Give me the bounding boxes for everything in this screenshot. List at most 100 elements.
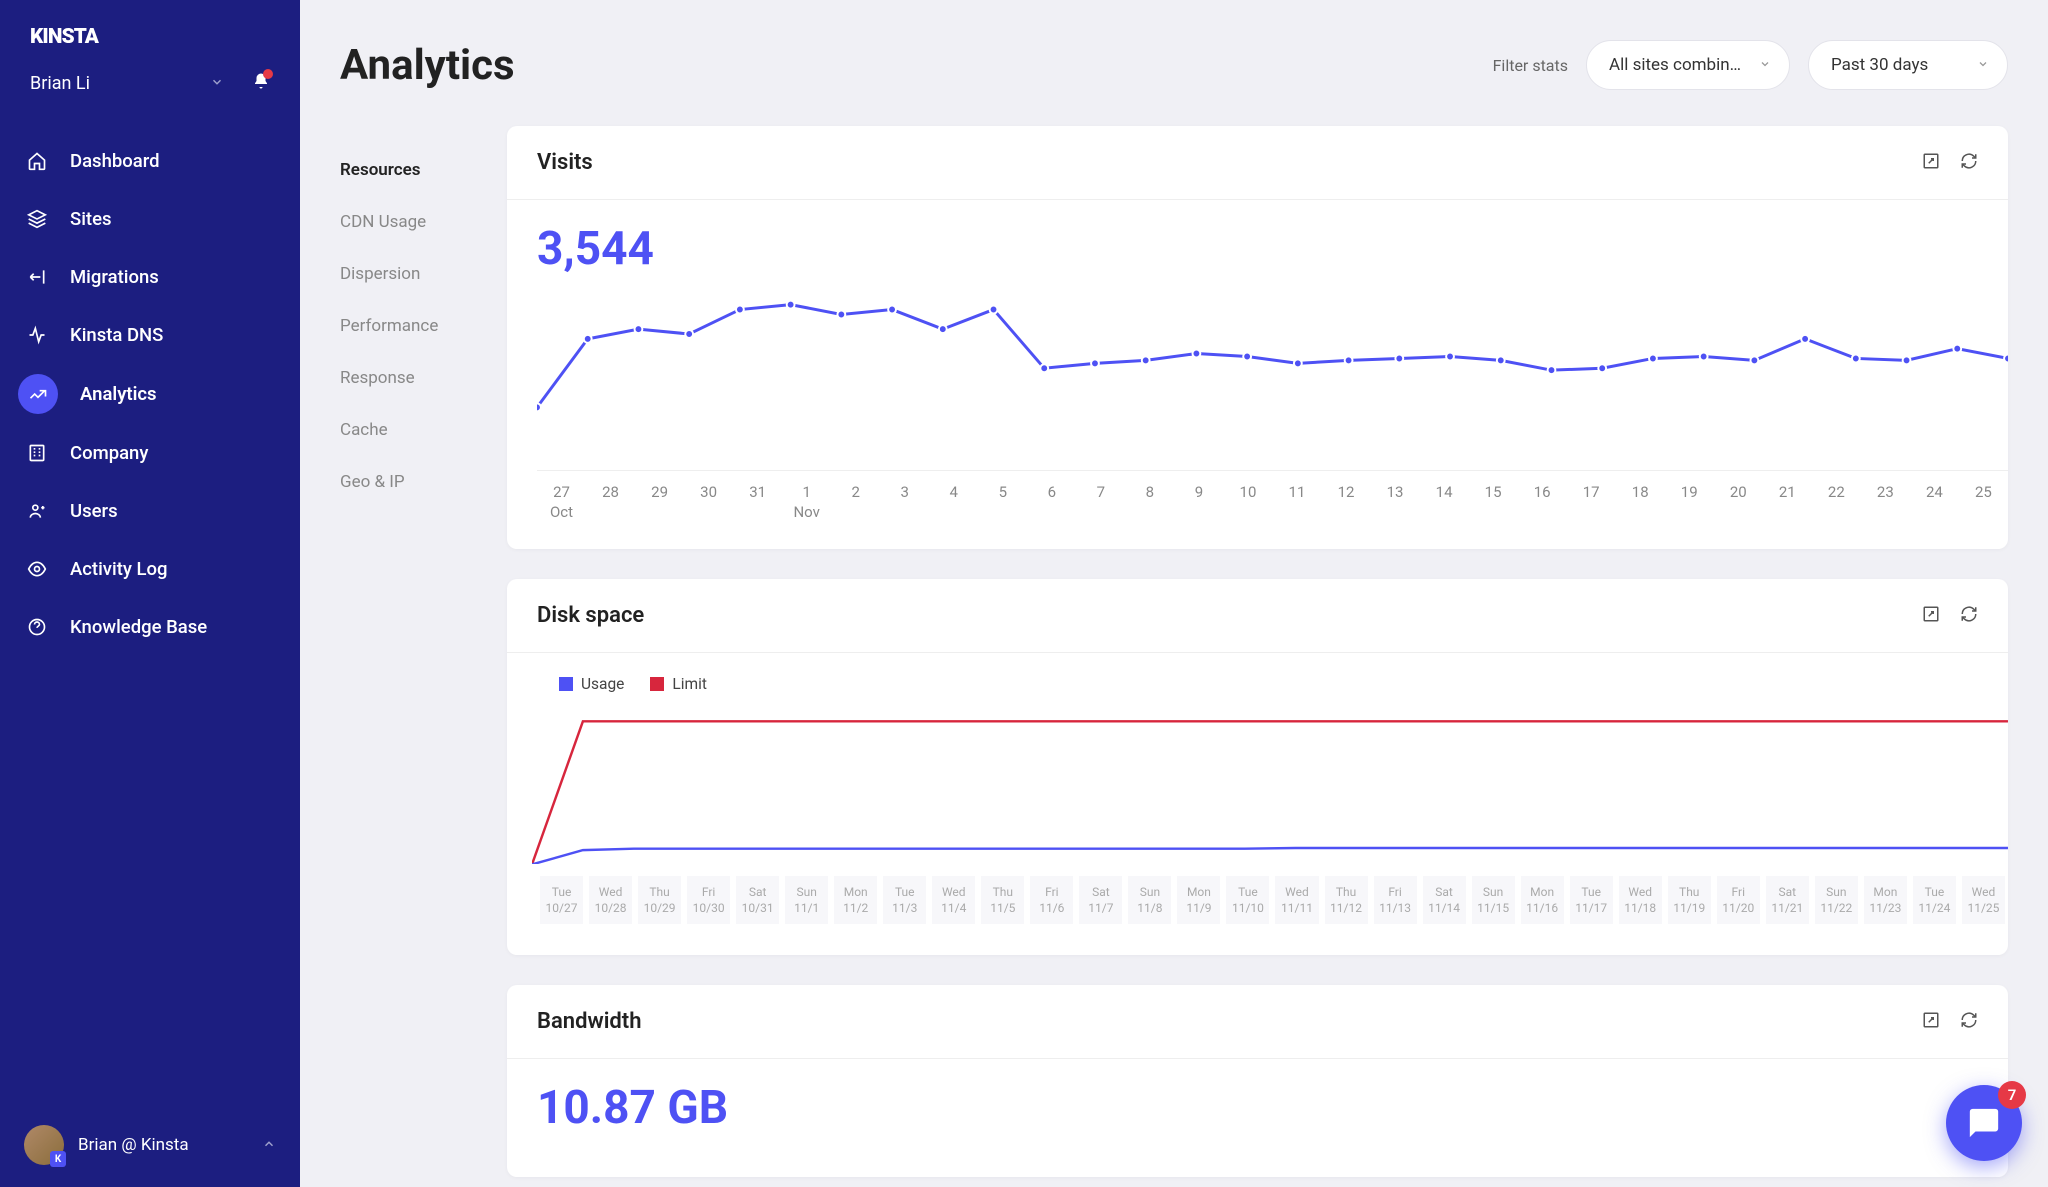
nav-label: Company	[70, 442, 148, 464]
axis-tick: 20	[1714, 471, 1763, 521]
refresh-icon[interactable]	[1960, 1011, 1978, 1033]
notifications-icon[interactable]	[252, 72, 270, 94]
primary-nav: Dashboard Sites Migrations Kinsta DNS Analyt…	[0, 122, 300, 1103]
axis-tick: Sun11/8	[1125, 873, 1174, 927]
knowledge-icon	[26, 616, 48, 638]
range-select[interactable]: Past 30 days	[1808, 40, 2008, 90]
axis-tick: 27Oct	[537, 471, 586, 521]
nav-knowledge[interactable]: Knowledge Base	[0, 598, 300, 656]
chevron-down-icon	[210, 74, 224, 93]
svg-text:KINSTA: KINSTA	[30, 25, 100, 49]
refresh-icon[interactable]	[1960, 605, 1978, 627]
axis-tick: 8	[1125, 471, 1174, 521]
axis-tick: 4	[929, 471, 978, 521]
axis-tick: Fri11/20	[1714, 873, 1763, 927]
subnav-response[interactable]: Response	[340, 352, 475, 404]
axis-tick: 7	[1076, 471, 1125, 521]
nav-label: Migrations	[70, 266, 159, 288]
expand-icon[interactable]	[1922, 152, 1940, 174]
axis-tick: 3	[880, 471, 929, 521]
team-switcher[interactable]: K Brian @ Kinsta	[0, 1103, 300, 1187]
axis-tick: Tue11/10	[1223, 873, 1272, 927]
visits-total: 3,544	[537, 222, 2008, 290]
axis-tick: Thu11/19	[1665, 873, 1714, 927]
nav-dashboard[interactable]: Dashboard	[0, 132, 300, 190]
subnav-geo-ip[interactable]: Geo & IP	[340, 456, 475, 508]
axis-tick: Tue11/3	[880, 873, 929, 927]
disk-title: Disk space	[537, 603, 644, 628]
axis-tick: Mon11/2	[831, 873, 880, 927]
axis-tick: 6	[1027, 471, 1076, 521]
axis-tick: 24	[1910, 471, 1959, 521]
axis-tick: 28	[586, 471, 635, 521]
axis-tick: Mon11/23	[1861, 873, 1910, 927]
axis-tick: Tue10/27	[537, 873, 586, 927]
notification-dot	[263, 69, 273, 79]
disk-legend: Usage Limit	[537, 675, 2008, 707]
visits-card: Visits 3,544 27Oct282930311Nov2345678910…	[507, 126, 2008, 549]
axis-tick: 5	[978, 471, 1027, 521]
page-title: Analytics	[340, 41, 515, 90]
team-label: Brian @ Kinsta	[78, 1135, 248, 1155]
analytics-subnav: ResourcesCDN UsageDispersionPerformanceR…	[340, 126, 475, 1177]
bandwidth-title: Bandwidth	[537, 1009, 641, 1034]
nav-label: Dashboard	[70, 150, 160, 172]
kinsta-dns-icon	[26, 324, 48, 346]
subnav-performance[interactable]: Performance	[340, 300, 475, 352]
user-switcher[interactable]: Brian Li	[0, 72, 300, 122]
nav-sites[interactable]: Sites	[0, 190, 300, 248]
chevron-down-icon	[1759, 55, 1771, 75]
axis-tick: Sat11/21	[1763, 873, 1812, 927]
axis-tick: 29	[635, 471, 684, 521]
main-content: Analytics Filter stats All sites combin……	[300, 0, 2048, 1187]
axis-tick: Wed10/28	[586, 873, 635, 927]
axis-tick: Mon11/16	[1518, 873, 1567, 927]
axis-tick: 11	[1272, 471, 1321, 521]
subnav-cdn-usage[interactable]: CDN Usage	[340, 196, 475, 248]
nav-label: Kinsta DNS	[70, 324, 163, 346]
expand-icon[interactable]	[1922, 1011, 1940, 1033]
axis-tick: Fri11/13	[1371, 873, 1420, 927]
axis-tick: Sun11/15	[1469, 873, 1518, 927]
axis-tick: Sat11/14	[1420, 873, 1469, 927]
subnav-dispersion[interactable]: Dispersion	[340, 248, 475, 300]
nav-label: Analytics	[80, 383, 157, 405]
migrations-icon	[26, 266, 48, 288]
axis-tick: Sun11/1	[782, 873, 831, 927]
axis-tick: 2	[831, 471, 880, 521]
nav-company[interactable]: Company	[0, 424, 300, 482]
filters: Filter stats All sites combin… Past 30 d…	[1493, 40, 2008, 90]
chat-button[interactable]: 7	[1946, 1085, 2022, 1161]
disk-card: Disk space Usage Limit Tue10/27Wed10/28T…	[507, 579, 2008, 955]
axis-tick: Tue11/24	[1910, 873, 1959, 927]
axis-tick: 14	[1420, 471, 1469, 521]
site-select[interactable]: All sites combin…	[1586, 40, 1790, 90]
nav-kinsta-dns[interactable]: Kinsta DNS	[0, 306, 300, 364]
axis-tick: Wed11/18	[1616, 873, 1665, 927]
axis-tick: Wed11/25	[1959, 873, 2008, 927]
axis-tick: Mon11/9	[1174, 873, 1223, 927]
brand-logo: KINSTA	[0, 0, 300, 72]
nav-analytics[interactable]: Analytics	[0, 364, 300, 424]
subnav-cache[interactable]: Cache	[340, 404, 475, 456]
axis-tick: Fri11/6	[1027, 873, 1076, 927]
axis-tick: 16	[1518, 471, 1567, 521]
bandwidth-card: Bandwidth 10.87 GB	[507, 985, 2008, 1177]
nav-users[interactable]: Users	[0, 482, 300, 540]
refresh-icon[interactable]	[1960, 152, 1978, 174]
nav-activity-log[interactable]: Activity Log	[0, 540, 300, 598]
avatar: K	[24, 1125, 64, 1165]
axis-tick: 13	[1371, 471, 1420, 521]
nav-migrations[interactable]: Migrations	[0, 248, 300, 306]
legend-usage: Usage	[581, 675, 624, 693]
subnav-resources[interactable]: Resources	[340, 144, 475, 196]
visits-title: Visits	[537, 150, 593, 175]
filter-label: Filter stats	[1493, 56, 1568, 75]
nav-label: Users	[70, 500, 118, 522]
expand-icon[interactable]	[1922, 605, 1940, 627]
disk-axis: Tue10/27Wed10/28Thu10/29Fri10/30Sat10/31…	[537, 873, 2008, 927]
axis-tick: 15	[1469, 471, 1518, 521]
axis-tick: 9	[1174, 471, 1223, 521]
activity-log-icon	[26, 558, 48, 580]
sites-icon	[26, 208, 48, 230]
